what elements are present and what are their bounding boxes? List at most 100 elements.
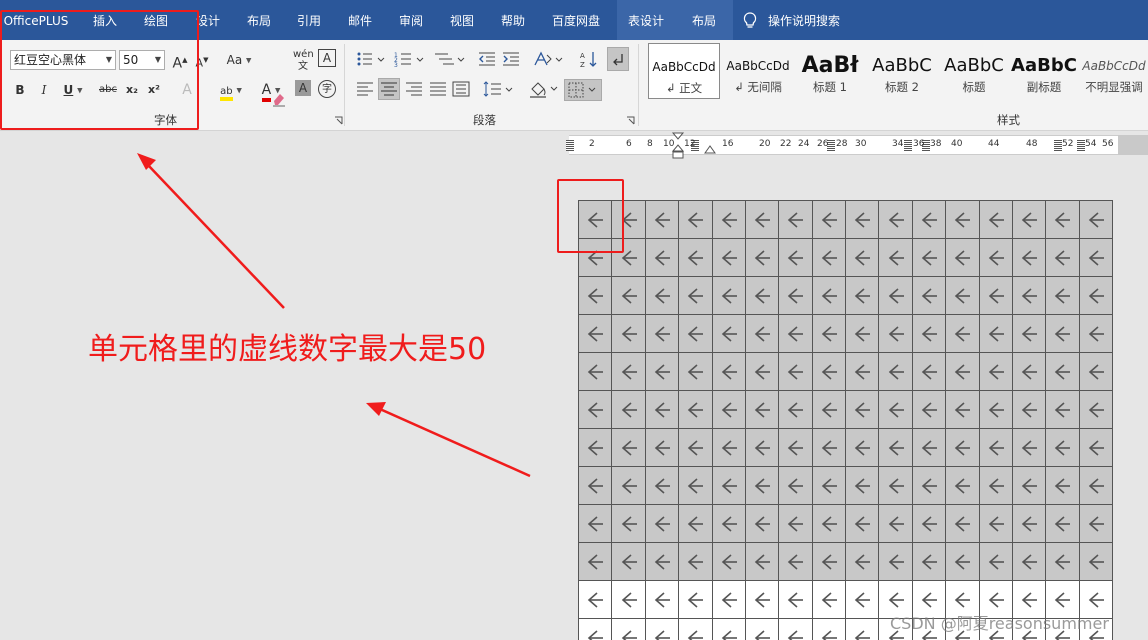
table-cell[interactable] <box>712 391 746 429</box>
table-cell[interactable] <box>612 429 646 467</box>
line-spacing-icon[interactable] <box>483 81 515 97</box>
table-cell[interactable] <box>612 353 646 391</box>
table-cell[interactable] <box>1046 505 1080 543</box>
table-cell[interactable] <box>912 543 947 581</box>
table-cell[interactable] <box>846 467 880 505</box>
table-cell[interactable] <box>1012 239 1047 277</box>
ruler-column-marker[interactable] <box>1077 140 1085 151</box>
table-cell[interactable] <box>712 581 746 619</box>
tab-layout[interactable]: 布局 <box>240 0 278 40</box>
table-cell[interactable] <box>645 391 680 429</box>
horizontal-ruler[interactable]: 2 6 8 10 12 16 20 22 24 26 28 30 34 36 38 40 44 48 52 54 56 <box>566 135 1123 155</box>
table-cell[interactable] <box>779 505 813 543</box>
table-cell[interactable] <box>879 277 913 315</box>
table-cell[interactable] <box>1046 201 1080 239</box>
table-cell[interactable] <box>745 201 780 239</box>
table-cell[interactable] <box>879 239 913 277</box>
table-cell[interactable] <box>1079 467 1113 505</box>
chinese-layout-icon[interactable] <box>533 51 565 67</box>
dialog-launcher-icon[interactable] <box>334 116 343 125</box>
table-cell[interactable] <box>1012 201 1047 239</box>
table-cell[interactable] <box>679 505 713 543</box>
table-cell[interactable] <box>979 315 1013 353</box>
table-cell[interactable] <box>612 391 646 429</box>
table-cell[interactable] <box>779 239 813 277</box>
table-cell[interactable] <box>745 505 780 543</box>
table-cell[interactable] <box>812 429 846 467</box>
lightbulb-icon[interactable] <box>743 12 757 30</box>
table-cell[interactable] <box>612 505 646 543</box>
table-cell[interactable] <box>579 505 613 543</box>
table-cell[interactable] <box>812 619 846 640</box>
table-cell[interactable] <box>679 429 713 467</box>
table-cell[interactable] <box>846 505 880 543</box>
table-cell[interactable] <box>1012 505 1047 543</box>
table-cell[interactable] <box>912 277 947 315</box>
table-cell[interactable] <box>612 467 646 505</box>
table-cell[interactable] <box>812 581 846 619</box>
distributed-icon[interactable] <box>452 81 470 97</box>
align-left-icon[interactable] <box>356 82 374 96</box>
change-case-button[interactable]: Aa ▼ <box>222 49 256 71</box>
table-cell[interactable] <box>1079 505 1113 543</box>
table-cell[interactable] <box>679 315 713 353</box>
table-cell[interactable] <box>645 277 680 315</box>
tab-table-design[interactable]: 表设计 <box>617 0 675 40</box>
table-cell[interactable] <box>1046 467 1080 505</box>
table-cell[interactable] <box>579 429 613 467</box>
tab-view[interactable]: 视图 <box>443 0 481 40</box>
table-cell[interactable] <box>712 201 746 239</box>
table-cell[interactable] <box>612 277 646 315</box>
table-cell[interactable] <box>712 467 746 505</box>
table-cell[interactable] <box>745 239 780 277</box>
table-cell[interactable] <box>1046 391 1080 429</box>
align-right-icon[interactable] <box>405 82 423 96</box>
ruler-column-marker[interactable] <box>566 140 574 151</box>
table-cell[interactable] <box>579 353 613 391</box>
table-cell[interactable] <box>846 315 880 353</box>
table-cell[interactable] <box>879 391 913 429</box>
character-shading-button[interactable]: A <box>295 80 311 96</box>
table-cell[interactable] <box>846 353 880 391</box>
table-cell[interactable] <box>846 391 880 429</box>
table-cell[interactable] <box>879 543 913 581</box>
table-cell[interactable] <box>946 277 980 315</box>
style-no-spacing[interactable]: AaBbCcDd ↲ 无间隔 <box>722 43 794 99</box>
table-cell[interactable] <box>1079 353 1113 391</box>
tab-table-layout[interactable]: 布局 <box>675 0 733 40</box>
table-cell[interactable] <box>1046 277 1080 315</box>
table-cell[interactable] <box>979 391 1013 429</box>
table-cell[interactable] <box>846 201 880 239</box>
multilevel-list-icon[interactable] <box>434 51 466 67</box>
table-cell[interactable] <box>1079 543 1113 581</box>
table-cell[interactable] <box>712 277 746 315</box>
shading-icon[interactable] <box>529 80 561 98</box>
table-cell[interactable] <box>779 353 813 391</box>
table-cell[interactable] <box>745 619 780 640</box>
table-cell[interactable] <box>979 239 1013 277</box>
table-cell[interactable] <box>979 277 1013 315</box>
table-cell[interactable] <box>946 543 980 581</box>
style-heading-2[interactable]: AaBbC 标题 2 <box>866 43 938 99</box>
table-cell[interactable] <box>1012 543 1047 581</box>
table-cell[interactable] <box>679 201 713 239</box>
table-cell[interactable] <box>645 581 680 619</box>
table-cell[interactable] <box>879 505 913 543</box>
table-cell[interactable] <box>812 239 846 277</box>
table-cell[interactable] <box>745 543 780 581</box>
justify-icon[interactable] <box>429 82 447 96</box>
sort-icon[interactable]: AZ <box>580 50 598 68</box>
table-cell[interactable] <box>612 315 646 353</box>
table-cell[interactable] <box>1079 277 1113 315</box>
style-title[interactable]: AaBbC 标题 <box>938 43 1010 99</box>
table-cell[interactable] <box>712 353 746 391</box>
numbering-icon[interactable]: 123 <box>394 51 426 67</box>
table-cell[interactable] <box>912 429 947 467</box>
align-center-button[interactable] <box>378 78 400 100</box>
ruler-column-marker[interactable] <box>904 140 912 151</box>
table-cell[interactable] <box>579 619 613 640</box>
table-cell[interactable] <box>879 201 913 239</box>
table-cell[interactable] <box>645 429 680 467</box>
borders-button[interactable] <box>564 79 602 101</box>
tab-help[interactable]: 帮助 <box>494 0 532 40</box>
